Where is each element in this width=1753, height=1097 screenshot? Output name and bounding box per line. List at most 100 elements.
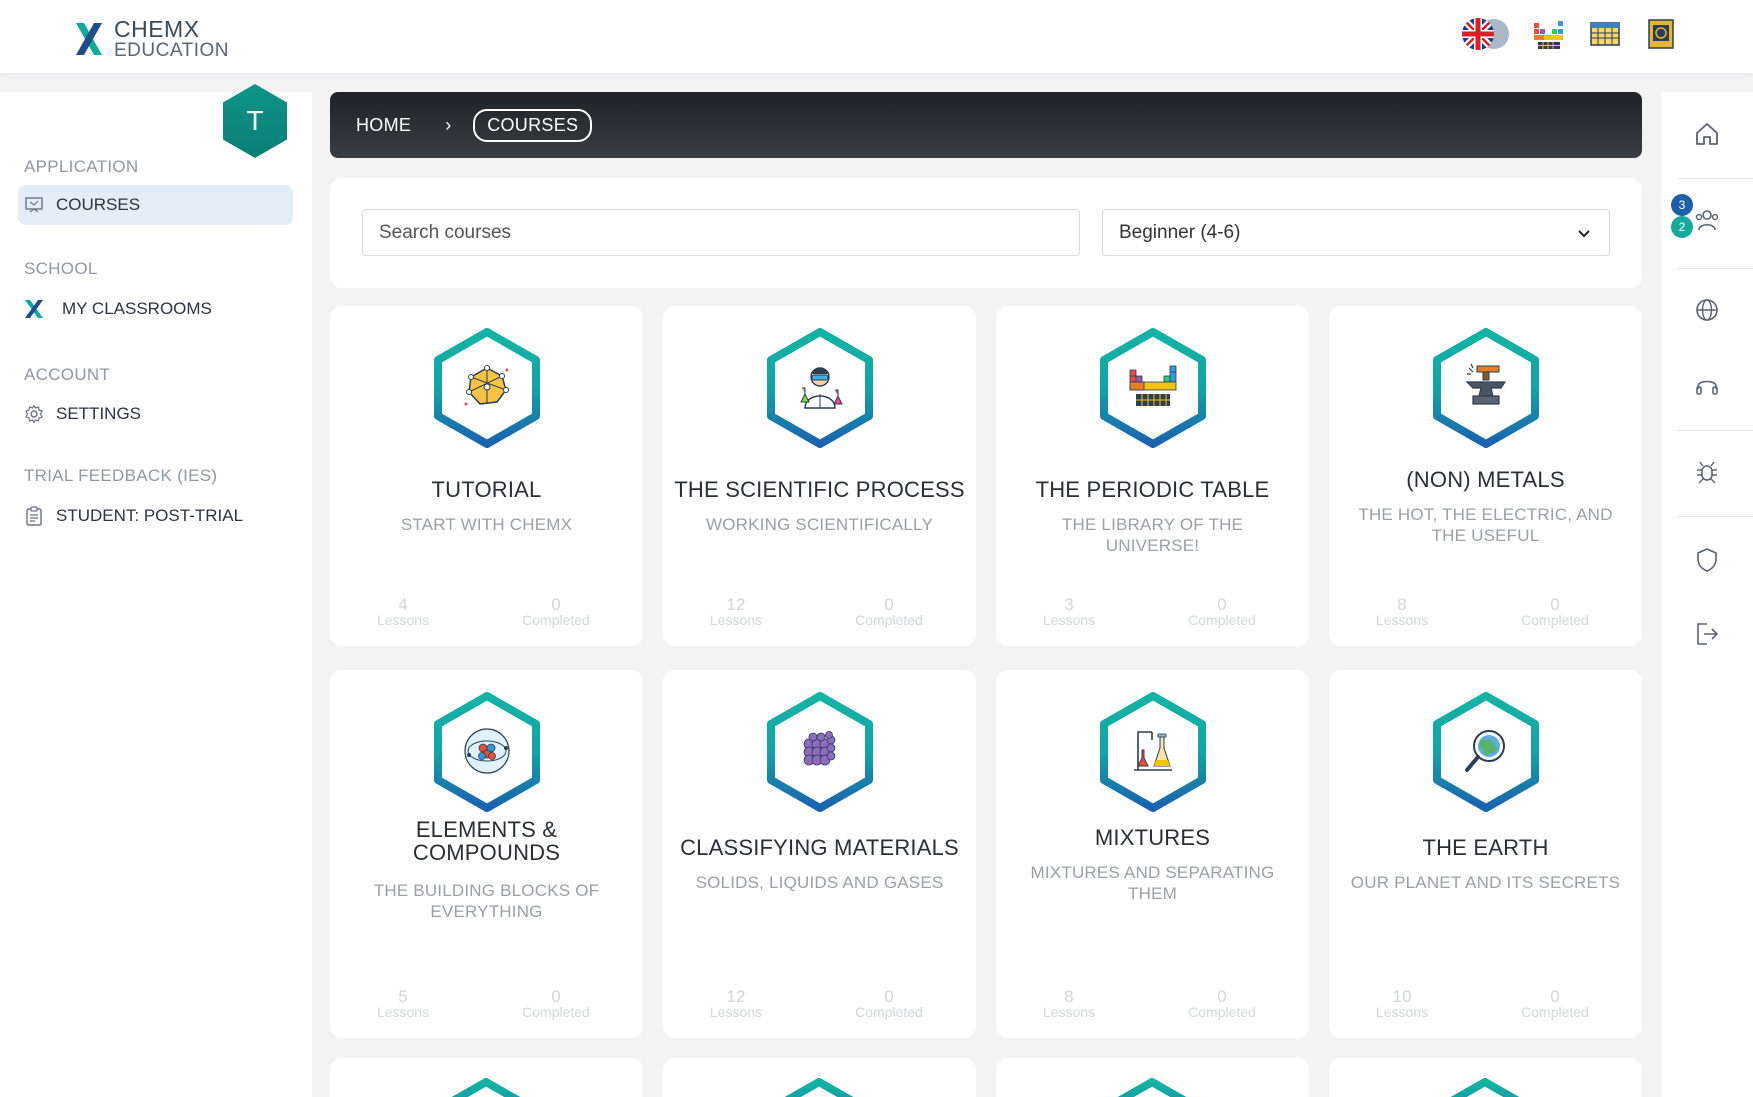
course-title: THE PERIODIC TABLE	[1035, 477, 1270, 502]
course-subtitle: THE HOT, THE ELECTRIC, AND THE USEFUL	[1358, 505, 1613, 546]
breadcrumb-current[interactable]: COURSES	[473, 108, 593, 142]
presentation-icon	[25, 197, 43, 213]
course-subtitle: THE LIBRARY OF THE UNIVERSE!	[1061, 515, 1244, 556]
course-subtitle: OUR PLANET AND ITS SECRETS	[1350, 873, 1621, 892]
rail-divider	[1677, 516, 1753, 517]
sidebar-item-label: STUDENT: POST-TRIAL	[56, 506, 244, 525]
course-title: TUTORIAL	[431, 477, 542, 502]
notification-badge-primary: 3	[1671, 194, 1693, 216]
book-icon[interactable]	[1644, 17, 1678, 51]
completed-stat: 0 Completed	[834, 988, 944, 1019]
course-card-non-metals[interactable]: (NON) METALS THE HOT, THE ELECTRIC, AND …	[1329, 306, 1642, 646]
course-subtitle: THE BUILDING BLOCKS OF EVERYTHING	[373, 881, 600, 922]
uk-flag-icon[interactable]	[1460, 16, 1510, 52]
chemx-logo-icon	[25, 300, 43, 318]
chemx-logo[interactable]: CHEMX EDUCATION	[74, 18, 229, 60]
section-title-trial-feedback: TRIAL FEEDBACK (IES)	[24, 466, 218, 485]
completed-stat: 0 Completed	[1167, 988, 1277, 1019]
sidebar-item-label: MY CLASSROOMS	[62, 299, 212, 318]
sidebar-item-student-post-trial[interactable]: STUDENT: POST-TRIAL	[18, 496, 293, 536]
course-card-partial[interactable]	[663, 1058, 976, 1097]
user-avatar[interactable]: T	[221, 83, 289, 159]
left-sidebar	[0, 92, 312, 1097]
lessons-stat: 5 Lessons	[348, 988, 458, 1019]
completed-label: Completed	[855, 1004, 923, 1020]
lessons-label: Lessons	[376, 612, 430, 628]
search-input[interactable]	[362, 209, 1080, 256]
notification-badge-secondary: 2	[1671, 216, 1693, 238]
section-title-application: APPLICATION	[24, 157, 139, 176]
users-icon[interactable]	[1693, 206, 1721, 234]
lessons-count: 12	[726, 987, 746, 1006]
gear-icon	[25, 404, 43, 424]
course-title: CLASSIFYING MATERIALS	[680, 835, 959, 860]
completed-label: Completed	[1521, 1004, 1589, 1020]
headset-icon[interactable]	[1693, 372, 1721, 400]
lessons-count: 12	[726, 595, 746, 614]
logout-icon[interactable]	[1693, 620, 1721, 648]
course-title: (NON) METALS	[1406, 467, 1565, 492]
periodic-table-icon[interactable]	[1532, 17, 1566, 51]
lessons-count: 10	[1392, 987, 1412, 1006]
home-icon[interactable]	[1693, 120, 1721, 148]
sidebar-item-label: SETTINGS	[56, 404, 142, 423]
completed-stat: 0 Completed	[1500, 988, 1610, 1019]
course-card-partial[interactable]	[996, 1058, 1309, 1097]
course-card-tutorial[interactable]: TUTORIAL START WITH CHEMX 4 Lessons 0 Co…	[330, 306, 643, 646]
logo-sub-text: EDUCATION	[114, 40, 229, 61]
course-card-classifying-materials[interactable]: CLASSIFYING MATERIALS SOLIDS, LIQUIDS AN…	[663, 670, 976, 1038]
course-title: THE EARTH	[1422, 835, 1549, 860]
sidebar-item-settings[interactable]: SETTINGS	[18, 394, 293, 434]
lessons-label: Lessons	[1042, 1004, 1096, 1020]
completed-count: 0	[551, 595, 561, 614]
top-icon-group	[1460, 16, 1678, 52]
course-card-periodic-table[interactable]: THE PERIODIC TABLE THE LIBRARY OF THE UN…	[996, 306, 1309, 646]
shield-icon[interactable]	[1693, 546, 1721, 574]
course-card-partial[interactable]	[330, 1058, 643, 1097]
lessons-stat: 8 Lessons	[1347, 596, 1457, 627]
lessons-stat: 4 Lessons	[348, 596, 458, 627]
completed-label: Completed	[522, 1004, 590, 1020]
course-card-partial[interactable]	[1329, 1058, 1642, 1097]
grid-table-icon[interactable]	[1588, 17, 1622, 51]
lessons-stat: 10 Lessons	[1347, 988, 1457, 1019]
breadcrumb-chevron-icon: ›	[445, 114, 452, 135]
bug-icon[interactable]	[1693, 458, 1721, 486]
course-title: ELEMENTS & COMPOUNDS	[412, 817, 561, 866]
earth-magnifier-icon	[1464, 730, 1505, 772]
course-subtitle: SOLIDS, LIQUIDS AND GASES	[695, 873, 944, 892]
logo-main-text: CHEMX	[114, 16, 200, 42]
globe-icon[interactable]	[1693, 296, 1721, 324]
course-subtitle: START WITH CHEMX	[400, 515, 573, 534]
brain-network-icon	[464, 365, 509, 406]
lessons-count: 5	[398, 987, 408, 1006]
course-card-the-earth[interactable]: THE EARTH OUR PLANET AND ITS SECRETS 10 …	[1329, 670, 1642, 1038]
lessons-count: 8	[1397, 595, 1407, 614]
level-select-value: Beginner (4-6)	[1119, 221, 1241, 243]
course-card-mixtures[interactable]: MIXTURES MIXTURES AND SEPARATING THEM 8 …	[996, 670, 1309, 1038]
atom-icon	[463, 728, 510, 774]
hexagon-frame-icon	[451, 1078, 521, 1097]
completed-stat: 0 Completed	[1167, 596, 1277, 627]
scientist-icon	[799, 367, 843, 409]
completed-label: Completed	[1188, 1004, 1256, 1020]
lab-flasks-icon	[1133, 731, 1172, 771]
course-subtitle: WORKING SCIENTIFICALLY	[705, 515, 933, 534]
level-select[interactable]: Beginner (4-6)	[1102, 209, 1610, 256]
particle-cube-icon	[803, 731, 835, 766]
lessons-label: Lessons	[709, 612, 763, 628]
lessons-count: 8	[1064, 987, 1074, 1006]
clipboard-icon	[26, 506, 42, 526]
lessons-label: Lessons	[1375, 612, 1429, 628]
completed-count: 0	[1217, 987, 1227, 1006]
hexagon-frame-icon	[784, 1078, 854, 1097]
completed-label: Completed	[1521, 612, 1589, 628]
course-card-elements-compounds[interactable]: ELEMENTS & COMPOUNDS THE BUILDING BLOCKS…	[330, 670, 643, 1038]
completed-count: 0	[1217, 595, 1227, 614]
sidebar-item-courses[interactable]: COURSES	[18, 185, 293, 225]
breadcrumb-home-link[interactable]: HOME	[356, 115, 411, 136]
sidebar-item-my-classrooms[interactable]: MY CLASSROOMS	[18, 289, 293, 329]
chemx-x-icon	[76, 23, 102, 55]
course-card-scientific-process[interactable]: THE SCIENTIFIC PROCESS WORKING SCIENTIFI…	[663, 306, 976, 646]
rail-divider	[1677, 178, 1753, 179]
